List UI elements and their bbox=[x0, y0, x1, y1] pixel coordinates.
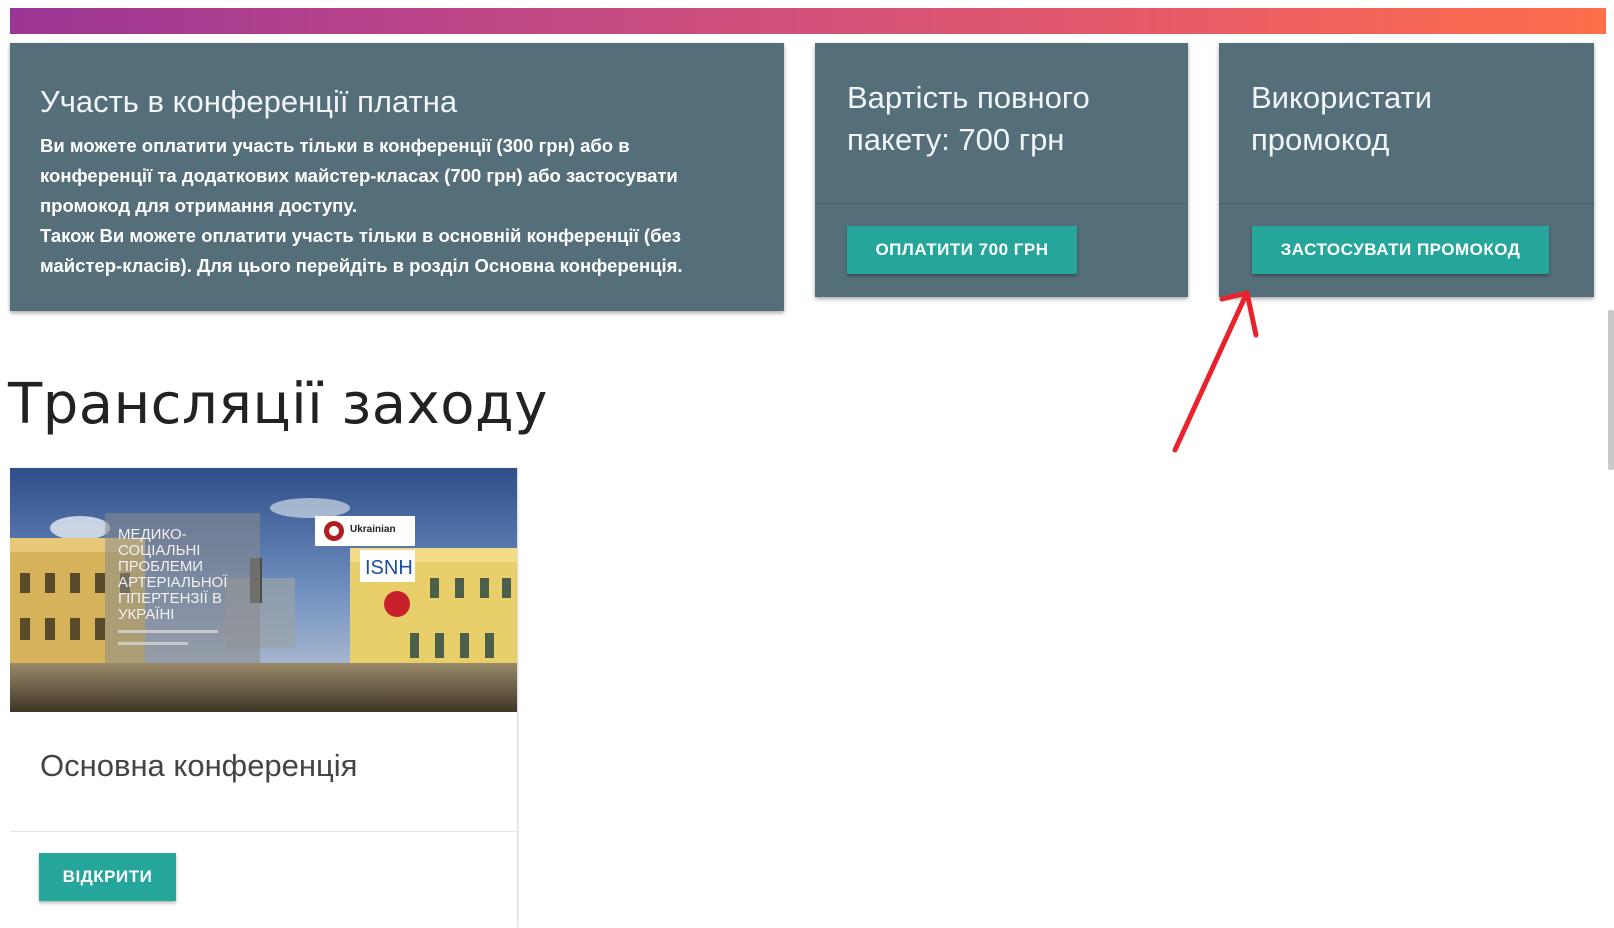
info-line: промокод для отримання доступу. bbox=[40, 195, 358, 216]
ukrainian-logo-text: Ukrainian bbox=[350, 524, 396, 535]
top-gradient-bar bbox=[10, 8, 1606, 34]
pay-button[interactable]: ОПЛАТИТИ 700 ГРН bbox=[847, 226, 1077, 274]
poster-text: ГІПЕРТЕНЗІЇ В bbox=[118, 590, 222, 607]
card-divider bbox=[10, 831, 517, 832]
page-scrollbar[interactable] bbox=[1608, 310, 1614, 470]
full-package-panel: Вартість повного пакету: 700 грн ОПЛАТИТ… bbox=[815, 43, 1188, 297]
paid-participation-title: Участь в конференції платна bbox=[40, 84, 458, 119]
full-package-title: Вартість повного пакету: 700 грн bbox=[847, 77, 1167, 161]
full-package-title-line: Вартість повного bbox=[847, 80, 1090, 115]
stream-card: МЕДИКО- СОЦІАЛЬНІ ПРОБЛЕМИ АРТЕРІАЛЬНОЇ … bbox=[10, 468, 517, 928]
poster-text: МЕДИКО- bbox=[118, 526, 187, 543]
red-arrow-annotation bbox=[1172, 290, 1259, 453]
paid-participation-text: Ви можете оплатити участь тільки в конфе… bbox=[40, 131, 740, 281]
stream-card-title: Основна конференція bbox=[40, 748, 358, 783]
isnh-logo-text: ISNH bbox=[365, 557, 413, 579]
panel-divider bbox=[1219, 203, 1594, 204]
info-line: майстер-класів). Для цього перейдіть в р… bbox=[40, 255, 683, 276]
paid-participation-panel: Участь в конференції платна Ви можете оп… bbox=[10, 43, 784, 311]
info-line: Ви можете оплатити участь тільки в конфе… bbox=[40, 135, 630, 156]
promo-code-panel: Використати промокод ЗАСТОСУВАТИ ПРОМОКО… bbox=[1219, 43, 1594, 297]
poster-text: СОЦІАЛЬНІ bbox=[118, 542, 200, 559]
poster-text: АРТЕРІАЛЬНОЇ bbox=[118, 574, 228, 591]
info-line: конференції та додаткових майстер-класах… bbox=[40, 165, 678, 186]
poster-text: УКРАЇНІ bbox=[118, 606, 174, 623]
event-streams-heading: Трансляції заходу bbox=[8, 372, 548, 437]
promo-code-title-line: Використати bbox=[1251, 80, 1433, 115]
conference-poster-image: МЕДИКО- СОЦІАЛЬНІ ПРОБЛЕМИ АРТЕРІАЛЬНОЇ … bbox=[10, 468, 517, 712]
promo-code-title-line: промокод bbox=[1251, 122, 1390, 157]
promo-code-title: Використати промокод bbox=[1251, 77, 1571, 161]
apply-promo-code-button[interactable]: ЗАСТОСУВАТИ ПРОМОКОД bbox=[1252, 226, 1549, 274]
poster-text: ПРОБЛЕМИ bbox=[118, 558, 203, 575]
open-stream-button[interactable]: ВІДКРИТИ bbox=[39, 853, 176, 901]
info-line: Також Ви можете оплатити участь тільки в… bbox=[40, 225, 681, 246]
panel-divider bbox=[815, 203, 1188, 204]
full-package-title-line: пакету: 700 грн bbox=[847, 122, 1065, 157]
